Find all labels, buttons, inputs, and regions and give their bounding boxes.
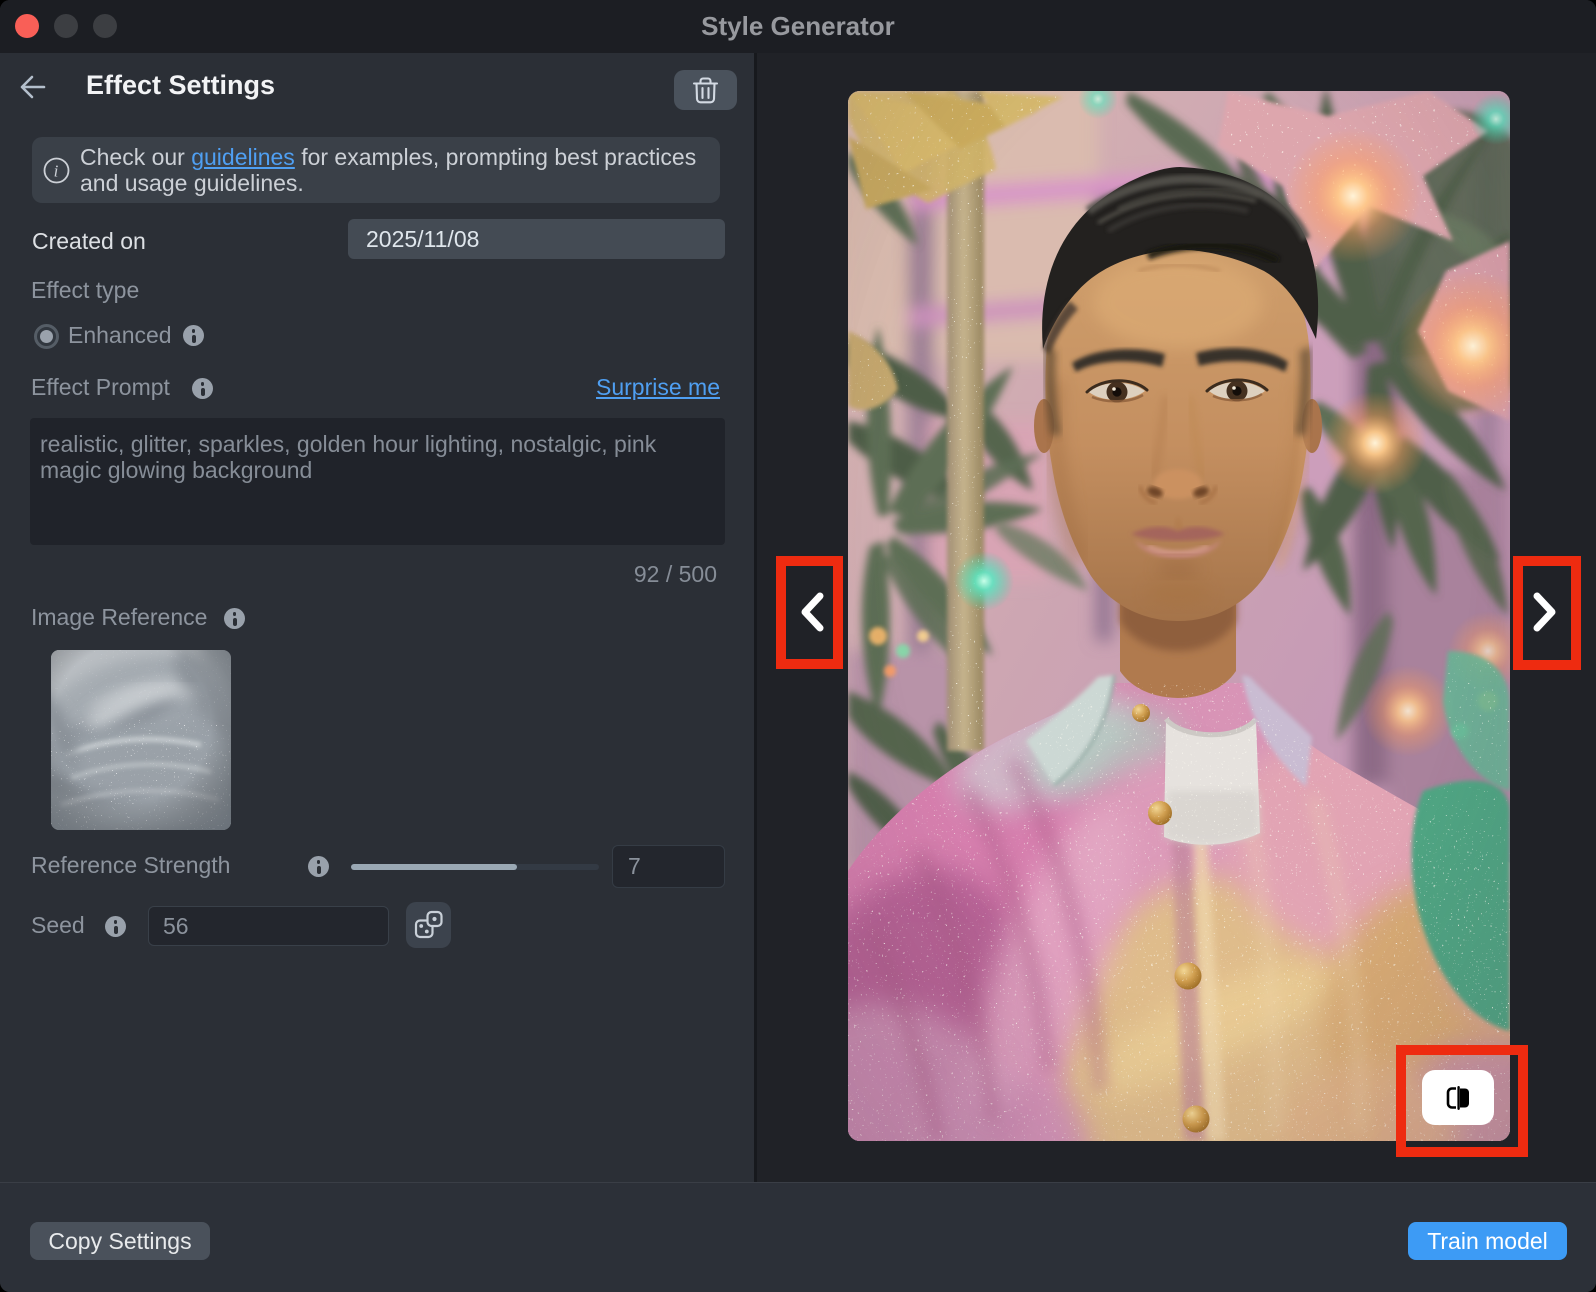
svg-text:i: i xyxy=(54,162,59,181)
